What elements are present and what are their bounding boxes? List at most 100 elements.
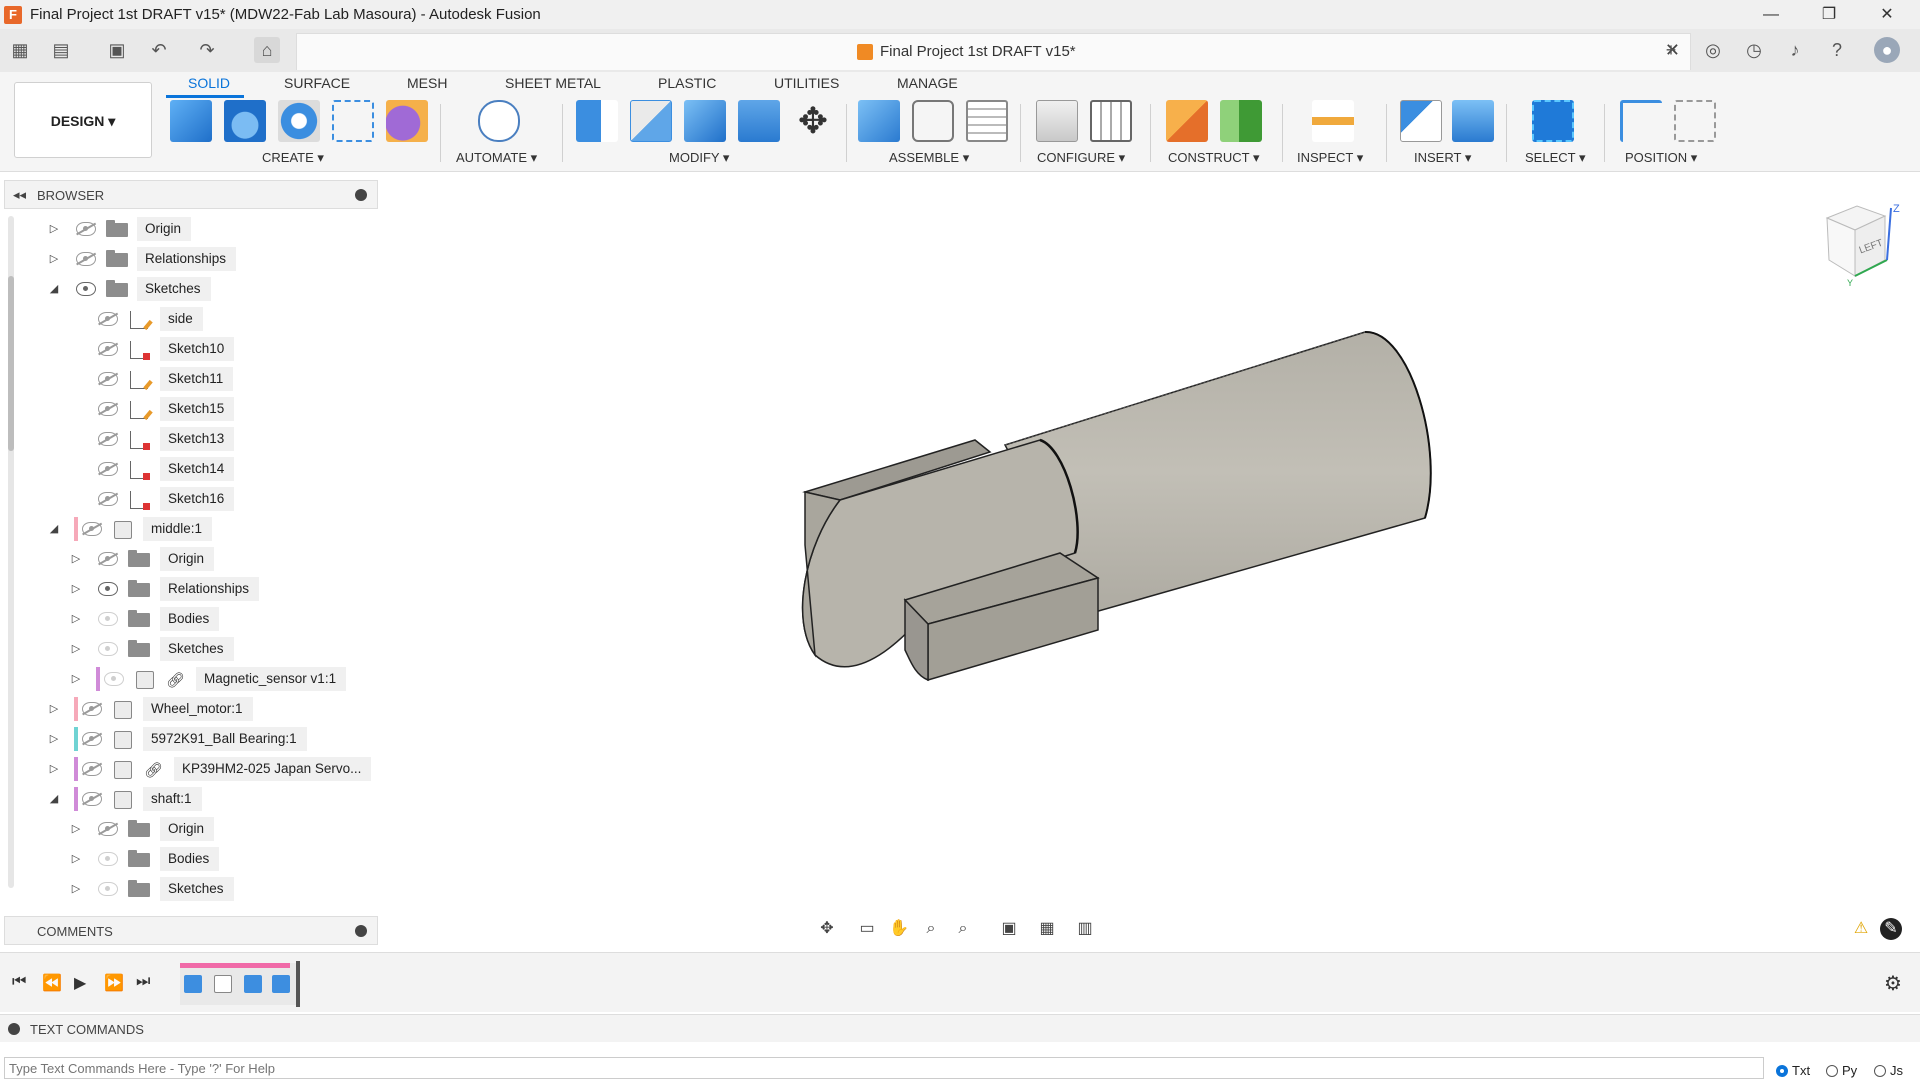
- expand-icon[interactable]: ▷: [68, 820, 84, 838]
- pan-icon[interactable]: ✋: [886, 918, 912, 940]
- collapse-icon[interactable]: ◢: [46, 280, 62, 298]
- timeline-first-icon[interactable]: ⏮: [12, 973, 26, 991]
- expand-icon[interactable]: ▷: [68, 580, 84, 598]
- document-tab[interactable]: Final Project 1st DRAFT v15* ✕: [296, 33, 1691, 70]
- revolve-icon[interactable]: [224, 100, 266, 142]
- visibility-hidden-icon[interactable]: [76, 222, 96, 236]
- tab-manage[interactable]: MANAGE: [897, 75, 958, 91]
- visibility-on-icon[interactable]: [98, 582, 118, 596]
- visibility-hidden-icon[interactable]: [98, 372, 118, 386]
- visibility-hidden-icon[interactable]: [98, 492, 118, 506]
- tree-row-magnetic-sensor[interactable]: ▷ 🔗︎ Magnetic_sensor v1:1: [0, 667, 380, 693]
- visibility-hidden-icon[interactable]: [98, 312, 118, 326]
- collapse-icon[interactable]: ◢: [46, 520, 62, 538]
- tab-sheet-metal[interactable]: SHEET METAL: [505, 75, 601, 91]
- job-status-icon[interactable]: ◷: [1741, 37, 1767, 63]
- bill-of-materials-icon[interactable]: [966, 100, 1008, 142]
- visibility-hidden-icon[interactable]: [98, 462, 118, 476]
- visibility-hidden-icon[interactable]: [82, 732, 102, 746]
- insert-derive-icon[interactable]: [1400, 100, 1442, 142]
- timeline-settings-icon[interactable]: ⚙: [1884, 971, 1902, 996]
- visibility-faint-icon[interactable]: [98, 612, 118, 626]
- tree-row-relationships[interactable]: ▷ Relationships: [0, 247, 380, 273]
- save-icon[interactable]: ▣: [104, 37, 130, 63]
- expand-icon[interactable]: ▷: [46, 730, 62, 748]
- offset-plane-icon[interactable]: [1166, 100, 1208, 142]
- look-at-icon[interactable]: ▭: [854, 918, 880, 940]
- new-tab-icon[interactable]: +: [1658, 37, 1684, 63]
- mode-py-radio[interactable]: Py: [1826, 1063, 1857, 1078]
- zoom-icon[interactable]: ⌕: [918, 918, 944, 940]
- visibility-hidden-icon[interactable]: [98, 402, 118, 416]
- insert-canvas-icon[interactable]: [1452, 100, 1494, 142]
- inspect-menu[interactable]: INSPECT ▾: [1297, 150, 1363, 166]
- browser-minimize-icon[interactable]: [355, 189, 367, 201]
- tree-row-sketch14[interactable]: Sketch14: [0, 457, 380, 483]
- visibility-hidden-icon[interactable]: [76, 252, 96, 266]
- tab-plastic[interactable]: PLASTIC: [658, 75, 716, 91]
- tree-row-ball-bearing[interactable]: ▷ 5972K91_Ball Bearing:1: [0, 727, 380, 753]
- new-component-icon[interactable]: [170, 100, 212, 142]
- timeline-feature-extrude-icon[interactable]: [184, 975, 202, 993]
- tree-row-sketch11[interactable]: Sketch11: [0, 367, 380, 393]
- visibility-hidden-icon[interactable]: [82, 522, 102, 536]
- press-pull-icon[interactable]: [576, 100, 618, 142]
- timeline-feature-extrude-icon[interactable]: [272, 975, 290, 993]
- text-command-input[interactable]: [4, 1057, 1764, 1079]
- timeline-feature-sketch-icon[interactable]: [214, 975, 232, 993]
- tab-surface[interactable]: SURFACE: [284, 75, 350, 91]
- capture-position-icon[interactable]: [1620, 100, 1662, 142]
- tree-row-middle-origin[interactable]: ▷ Origin: [0, 547, 380, 573]
- tree-row-shaft-bodies[interactable]: ▷ Bodies: [0, 847, 380, 873]
- visibility-hidden-icon[interactable]: [82, 792, 102, 806]
- mode-js-radio[interactable]: Js: [1874, 1063, 1903, 1078]
- revert-position-icon[interactable]: [1674, 100, 1716, 142]
- app-grid-icon[interactable]: ▦: [7, 37, 33, 63]
- expand-icon[interactable]: ▷: [46, 250, 62, 268]
- tree-row-servo[interactable]: ▷ 🔗︎ KP39HM2-025 Japan Servo...: [0, 757, 380, 783]
- tree-row-middle-relationships[interactable]: ▷ Relationships: [0, 577, 380, 603]
- minimize-button[interactable]: —: [1748, 0, 1794, 29]
- timeline-last-icon[interactable]: ⏭: [136, 973, 150, 991]
- collapse-icon[interactable]: ◢: [46, 790, 62, 808]
- extensions-icon[interactable]: ◎: [1700, 37, 1726, 63]
- timeline-previous-icon[interactable]: ⏪: [42, 973, 62, 993]
- fillet-icon[interactable]: [630, 100, 672, 142]
- home-icon[interactable]: ⌂: [254, 37, 280, 63]
- display-settings-icon[interactable]: ▣: [996, 918, 1022, 940]
- timeline-feature-extrude-icon[interactable]: [244, 975, 262, 993]
- notifications-icon[interactable]: ♪: [1782, 37, 1808, 63]
- comments-panel-header[interactable]: COMMENTS: [4, 916, 378, 945]
- visibility-hidden-icon[interactable]: [98, 432, 118, 446]
- shell-icon[interactable]: [738, 100, 780, 142]
- assemble-menu[interactable]: ASSEMBLE ▾: [889, 150, 969, 166]
- expand-icon[interactable]: ▷: [68, 640, 84, 658]
- hole-icon[interactable]: [278, 100, 320, 142]
- undo-icon[interactable]: ↶: [146, 37, 172, 63]
- visibility-hidden-icon[interactable]: [98, 822, 118, 836]
- automate-menu[interactable]: AUTOMATE ▾: [456, 150, 537, 166]
- file-menu-icon[interactable]: ▤: [48, 37, 74, 63]
- move-icon[interactable]: ✥: [792, 100, 834, 142]
- mode-txt-radio[interactable]: Txt: [1776, 1063, 1810, 1078]
- tree-row-middle-bodies[interactable]: ▷ Bodies: [0, 607, 380, 633]
- timeline-marker[interactable]: [296, 961, 300, 1007]
- tree-row-shaft-sketches[interactable]: ▷ Sketches: [0, 877, 380, 903]
- maximize-button[interactable]: ❐: [1806, 0, 1852, 29]
- viewports-icon[interactable]: ▥: [1072, 918, 1098, 940]
- tab-mesh[interactable]: MESH: [407, 75, 447, 91]
- add-comment-icon[interactable]: [355, 925, 367, 937]
- expand-icon[interactable]: ▷: [68, 610, 84, 628]
- tree-row-middle[interactable]: ◢ middle:1: [0, 517, 380, 543]
- expand-icon[interactable]: ▷: [68, 550, 84, 568]
- visibility-faint-icon[interactable]: [98, 852, 118, 866]
- configuration-table-icon[interactable]: [1090, 100, 1132, 142]
- text-commands-collapse-icon[interactable]: [8, 1023, 20, 1035]
- expand-icon[interactable]: ▷: [46, 700, 62, 718]
- joint-icon[interactable]: [912, 100, 954, 142]
- tab-solid[interactable]: SOLID: [188, 75, 230, 91]
- help-icon[interactable]: ?: [1824, 37, 1850, 63]
- tree-row-sketch15[interactable]: Sketch15: [0, 397, 380, 423]
- redo-icon[interactable]: ↷: [194, 37, 220, 63]
- orbit-icon[interactable]: ✥: [814, 918, 840, 940]
